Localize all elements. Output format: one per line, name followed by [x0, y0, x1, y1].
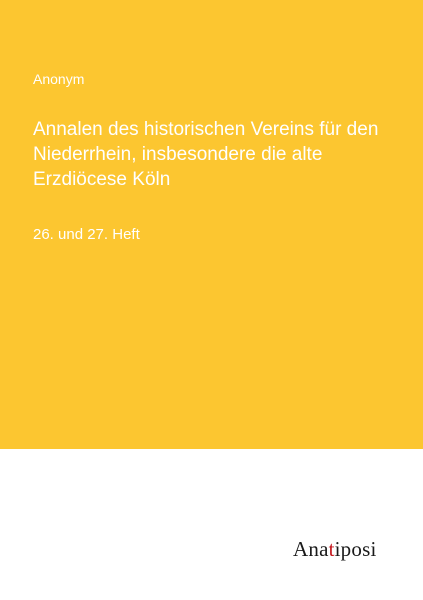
publisher-logo: Anatiposi — [293, 537, 376, 562]
book-author: Anonym — [33, 71, 85, 87]
publisher-logo-part-1: Ana — [293, 537, 329, 561]
publisher-logo-part-3: iposi — [334, 537, 377, 561]
cover-panel: Anonym Annalen des historischen Vereins … — [0, 0, 423, 449]
book-title: Annalen des historischen Vereins für den… — [33, 119, 379, 190]
book-subtitle: 26. und 27. Heft — [33, 226, 140, 243]
